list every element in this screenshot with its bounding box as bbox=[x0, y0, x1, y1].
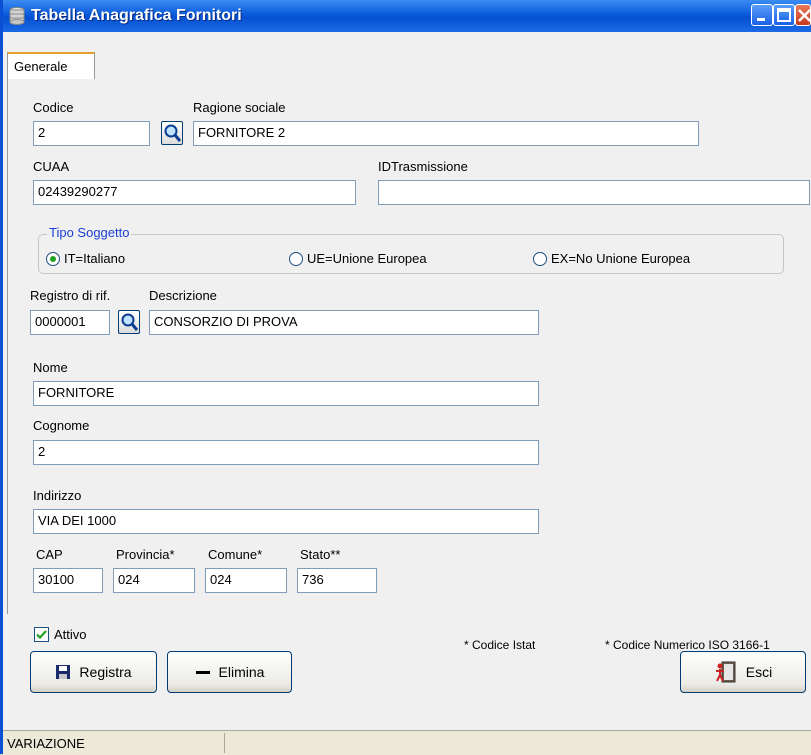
note-codice-istat: * Codice Istat bbox=[464, 638, 536, 652]
cap-label: CAP bbox=[36, 547, 63, 562]
provincia-label: Provincia* bbox=[116, 547, 175, 562]
cognome-label: Cognome bbox=[33, 418, 90, 433]
comune-label: Comune* bbox=[208, 547, 263, 562]
cognome-field[interactable]: 2 bbox=[33, 440, 539, 465]
indirizzo-label: Indirizzo bbox=[33, 488, 82, 503]
status-mode: VARIAZIONE bbox=[3, 733, 225, 753]
minimize-button[interactable] bbox=[751, 4, 773, 26]
ragione-sociale-label: Ragione sociale bbox=[193, 100, 286, 115]
tab-generale[interactable]: Generale bbox=[7, 52, 95, 80]
cuaa-field[interactable]: 02439290277 bbox=[33, 180, 356, 205]
ragione-sociale-field[interactable]: FORNITORE 2 bbox=[193, 121, 699, 146]
registro-field[interactable]: 0000001 bbox=[30, 310, 110, 335]
tipo-soggetto-title: Tipo Soggetto bbox=[47, 225, 132, 240]
codice-field[interactable]: 2 bbox=[33, 121, 150, 146]
elimina-button[interactable]: Elimina bbox=[167, 651, 292, 693]
floppy-disk-icon bbox=[56, 665, 71, 679]
id-trasmissione-label: IDTrasmissione bbox=[378, 159, 468, 174]
status-bar: VARIAZIONE bbox=[3, 730, 811, 755]
registra-button[interactable]: Registra bbox=[30, 651, 157, 693]
provincia-field[interactable]: 024 bbox=[113, 568, 195, 593]
registro-lookup-button[interactable] bbox=[118, 310, 140, 334]
radio-it-italiano[interactable]: IT=Italiano bbox=[46, 251, 125, 266]
codice-label: Codice bbox=[33, 100, 74, 115]
codice-lookup-button[interactable] bbox=[161, 121, 183, 145]
radio-unselected-icon bbox=[289, 251, 303, 266]
esci-button[interactable]: Esci bbox=[680, 651, 806, 693]
search-icon bbox=[121, 313, 139, 331]
radio-selected-icon bbox=[46, 251, 60, 266]
nome-field[interactable]: FORNITORE bbox=[33, 381, 539, 406]
radio-ex-no-unione-europea[interactable]: EX=No Unione Europea bbox=[533, 251, 690, 266]
title-bar[interactable]: Tabella Anagrafica Fornitori bbox=[3, 0, 811, 32]
maximize-button[interactable] bbox=[773, 4, 795, 26]
database-icon bbox=[9, 7, 25, 25]
radio-unselected-icon bbox=[533, 251, 547, 266]
registra-label: Registra bbox=[79, 664, 132, 680]
minimize-icon bbox=[757, 18, 765, 21]
elimina-label: Elimina bbox=[218, 664, 265, 680]
id-trasmissione-field[interactable] bbox=[378, 180, 810, 205]
registro-label: Registro di rif. bbox=[30, 288, 111, 303]
attivo-label: Attivo bbox=[54, 627, 87, 642]
radio-it-label: IT=Italiano bbox=[64, 251, 126, 266]
note-codice-iso: * Codice Numerico ISO 3166-1 bbox=[605, 638, 770, 652]
radio-ue-unione-europea[interactable]: UE=Unione Europea bbox=[289, 251, 427, 266]
stato-field[interactable]: 736 bbox=[297, 568, 377, 593]
search-icon bbox=[164, 124, 182, 142]
comune-field[interactable]: 024 bbox=[205, 568, 287, 593]
nome-label: Nome bbox=[33, 360, 68, 375]
window-title: Tabella Anagrafica Fornitori bbox=[31, 7, 242, 24]
cuaa-label: CUAA bbox=[33, 159, 70, 174]
radio-ue-label: UE=Unione Europea bbox=[307, 251, 427, 266]
minus-icon bbox=[195, 671, 210, 674]
descrizione-field[interactable]: CONSORZIO DI PROVA bbox=[149, 310, 539, 335]
stato-label: Stato** bbox=[300, 547, 341, 562]
exit-door-icon bbox=[715, 661, 736, 683]
maximize-icon bbox=[777, 8, 791, 22]
attivo-checkbox[interactable] bbox=[34, 627, 49, 642]
indirizzo-field[interactable]: VIA DEI 1000 bbox=[33, 509, 539, 534]
close-button[interactable] bbox=[795, 4, 811, 26]
esci-label: Esci bbox=[745, 664, 773, 680]
descrizione-label: Descrizione bbox=[149, 288, 217, 303]
main-window: Tabella Anagrafica Fornitori Generale Co… bbox=[0, 0, 811, 755]
close-icon bbox=[798, 9, 811, 22]
cap-field[interactable]: 30100 bbox=[33, 568, 103, 593]
checkmark-icon bbox=[36, 630, 47, 640]
radio-ex-label: EX=No Unione Europea bbox=[551, 251, 691, 266]
